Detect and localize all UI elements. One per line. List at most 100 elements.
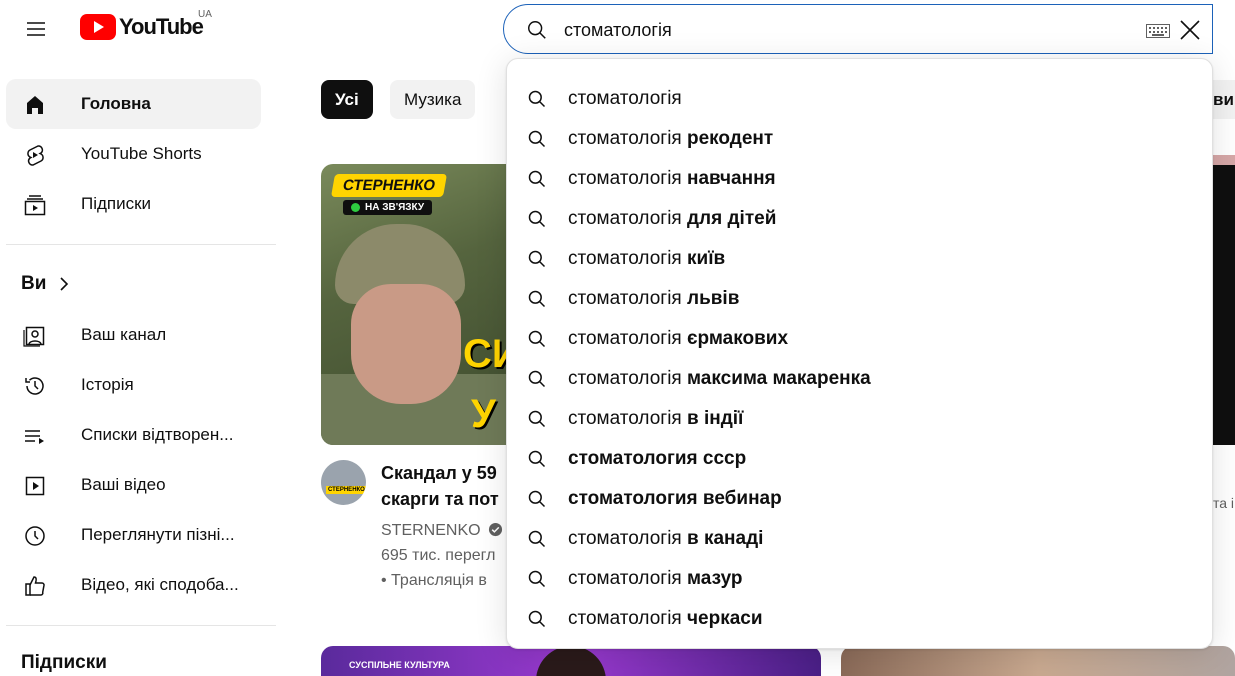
suggestion-item[interactable]: стоматологія мазур bbox=[507, 559, 1214, 599]
suggestion-item[interactable]: стоматологія навчання bbox=[507, 159, 1214, 199]
search-input[interactable] bbox=[564, 15, 1134, 45]
sidebar-you-heading[interactable]: Ви bbox=[21, 273, 70, 295]
view-count: 695 тис. перегл bbox=[381, 547, 496, 564]
suggestion-text: стоматология ссср bbox=[568, 448, 746, 470]
playlist-icon bbox=[22, 423, 48, 449]
shorts-icon bbox=[22, 142, 48, 168]
video-title[interactable]: Скандал у 59 bbox=[381, 460, 511, 486]
suggestion-completion: для дітей bbox=[687, 208, 777, 229]
keyboard-icon[interactable] bbox=[1146, 24, 1170, 38]
suggestion-text: стоматологія київ bbox=[568, 248, 725, 270]
suggestion-text: стоматологія для дітей bbox=[568, 208, 776, 230]
suggestion-item[interactable]: стоматология вебинар bbox=[507, 479, 1214, 519]
video-thumbnail-bottom-right[interactable] bbox=[841, 646, 1235, 676]
suggestion-item[interactable]: стоматологія львів bbox=[507, 279, 1214, 319]
suggestion-completion: навчання bbox=[687, 168, 776, 189]
suggestion-prefix: стоматологія bbox=[568, 328, 682, 349]
search-icon bbox=[528, 130, 546, 148]
live-text: НА ЗВ'ЯЗКУ bbox=[365, 202, 425, 213]
sidebar-item-your-channel[interactable]: Ваш канал bbox=[6, 310, 261, 360]
suggestion-completion: стоматология ссср bbox=[568, 448, 747, 469]
suggestion-item[interactable]: стоматологія для дітей bbox=[507, 199, 1214, 239]
suggestion-item[interactable]: стоматологія максима макаренка bbox=[507, 359, 1214, 399]
sidebar-item-label: Відео, які сподоба... bbox=[81, 575, 239, 594]
suggestion-completion: максима макаренка bbox=[687, 368, 871, 389]
channel-avatar[interactable]: СТЕРНЕНКО bbox=[321, 460, 366, 505]
avatar-label: СТЕРНЕНКО bbox=[326, 486, 366, 494]
search-icon bbox=[528, 210, 546, 228]
sidebar-item-label: Головна bbox=[81, 94, 151, 113]
channel-name[interactable]: STERNENKO bbox=[381, 522, 503, 540]
suggestion-prefix: стоматологія bbox=[568, 248, 682, 269]
chip-music[interactable]: Музика bbox=[390, 80, 476, 119]
channel-icon bbox=[22, 323, 48, 349]
suggestion-item[interactable]: стоматологія єрмакових bbox=[507, 319, 1214, 359]
sidebar-item-liked[interactable]: Відео, які сподоба... bbox=[6, 560, 261, 610]
suggestion-prefix: стоматологія bbox=[568, 168, 682, 189]
sidebar-subscriptions-heading: Підписки bbox=[21, 652, 107, 673]
video-thumbnail-right[interactable] bbox=[1213, 155, 1235, 445]
close-icon bbox=[1180, 20, 1200, 40]
suggestion-prefix: стоматологія bbox=[568, 408, 682, 429]
verified-icon bbox=[488, 522, 503, 537]
suggestion-text: стоматологія черкаси bbox=[568, 608, 763, 630]
suggestion-completion: київ bbox=[687, 248, 726, 269]
suggestion-prefix: стоматологія bbox=[568, 368, 682, 389]
search-icon bbox=[528, 250, 546, 268]
suggestion-item[interactable]: стоматологія в канаді bbox=[507, 519, 1214, 559]
youtube-logo[interactable]: YouTube UA bbox=[80, 9, 212, 40]
sidebar-item-label: YouTube Shorts bbox=[81, 144, 202, 163]
suggestion-text: стоматология вебинар bbox=[568, 488, 782, 510]
chip-all[interactable]: Усі bbox=[321, 80, 373, 119]
sidebar-item-watch-later[interactable]: Переглянути пізні... bbox=[6, 510, 261, 560]
suggestion-completion: черкаси bbox=[687, 608, 763, 629]
sidebar-item-shorts[interactable]: YouTube Shorts bbox=[6, 129, 261, 179]
suggestion-item[interactable]: стоматология ссср bbox=[507, 439, 1214, 479]
search-suggestions: стоматологія стоматологія рекодент стомато… bbox=[506, 58, 1213, 649]
suggestion-prefix: стоматологія bbox=[568, 88, 682, 109]
sidebar-item-playlists[interactable]: Списки відтворен... bbox=[6, 410, 261, 460]
sidebar-divider bbox=[6, 244, 276, 245]
suggestion-item[interactable]: стоматологія bbox=[507, 79, 1214, 119]
suggestion-completion: мазур bbox=[687, 568, 743, 589]
search-icon bbox=[528, 610, 546, 628]
search-icon bbox=[528, 410, 546, 428]
suggestion-item[interactable]: стоматологія київ bbox=[507, 239, 1214, 279]
suggestion-text: стоматологія львів bbox=[568, 288, 739, 310]
search-icon bbox=[528, 530, 546, 548]
suggestion-text: стоматологія рекодент bbox=[568, 128, 773, 150]
your-videos-icon bbox=[22, 473, 48, 499]
thumbnail-channel-label: СУСПІЛЬНЕ КУЛЬТУРА bbox=[349, 660, 450, 670]
video-thumbnail[interactable]: СТЕРНЕНКО НА ЗВ'ЯЗКУ СИ У bbox=[321, 164, 521, 445]
live-indicator: НА ЗВ'ЯЗКУ bbox=[343, 200, 433, 215]
search-box[interactable] bbox=[503, 4, 1213, 54]
clear-search-button[interactable] bbox=[1176, 16, 1204, 44]
sidebar-item-label: Переглянути пізні... bbox=[81, 525, 235, 544]
video-thumbnail-bottom[interactable]: СУСПІЛЬНЕ КУЛЬТУРА bbox=[321, 646, 821, 676]
menu-button[interactable] bbox=[16, 9, 56, 49]
sidebar-item-label: Ваш канал bbox=[81, 325, 167, 344]
video-meta-right: та і bbox=[1213, 495, 1235, 511]
sidebar-item-subscriptions[interactable]: Підписки bbox=[6, 179, 261, 229]
video-title-line2[interactable]: скарги та пот bbox=[381, 486, 511, 512]
search-icon bbox=[528, 21, 546, 39]
search-icon bbox=[528, 570, 546, 588]
home-icon bbox=[22, 92, 48, 118]
sidebar-item-your-videos[interactable]: Ваші відео bbox=[6, 460, 261, 510]
search-icon bbox=[528, 290, 546, 308]
logo-text: YouTube bbox=[119, 14, 204, 39]
sidebar-item-history[interactable]: Історія bbox=[6, 360, 261, 410]
suggestion-item[interactable]: стоматологія черкаси bbox=[507, 599, 1214, 639]
suggestion-completion: в канаді bbox=[687, 528, 764, 549]
chip-partial[interactable]: ви bbox=[1213, 80, 1235, 119]
thumbnail-figure-head bbox=[536, 646, 606, 676]
search-icon bbox=[528, 490, 546, 508]
suggestion-completion: єрмакових bbox=[687, 328, 789, 349]
sidebar-item-label: Ваші відео bbox=[81, 475, 166, 494]
sidebar-item-home[interactable]: Головна bbox=[6, 79, 261, 129]
suggestion-text: стоматологія bbox=[568, 88, 682, 110]
thumbs-up-icon bbox=[22, 573, 48, 599]
sidebar-divider bbox=[6, 625, 276, 626]
suggestion-item[interactable]: стоматологія рекодент bbox=[507, 119, 1214, 159]
suggestion-item[interactable]: стоматологія в індії bbox=[507, 399, 1214, 439]
